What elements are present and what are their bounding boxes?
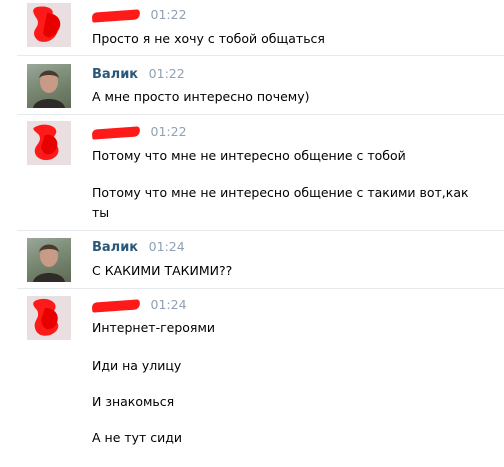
message-divider: [17, 114, 504, 115]
message-text: А мне просто интересно почему): [92, 89, 310, 104]
message-divider: [17, 230, 504, 231]
avatar[interactable]: [27, 296, 71, 340]
avatar[interactable]: [27, 3, 71, 47]
redacted-author-name: [91, 298, 141, 313]
message-text: Потому что мне не интересно общение с та…: [92, 185, 469, 220]
avatar[interactable]: [27, 121, 71, 165]
message-text: Просто я не хочу с тобой общаться: [92, 31, 325, 46]
message-text: Иди на улицу: [92, 358, 182, 373]
redacted-avatar-icon: [33, 298, 59, 336]
message-text: И знакомься: [92, 394, 175, 409]
redacted-avatar-icon: [33, 124, 59, 161]
message-time[interactable]: 01:24: [149, 239, 185, 254]
message-time[interactable]: 01:24: [151, 297, 187, 312]
message-time[interactable]: 01:22: [151, 124, 187, 139]
message-time[interactable]: 01:22: [149, 66, 185, 81]
message-text: Потому что мне не интересно общение с то…: [92, 148, 406, 163]
user-photo-icon: [33, 244, 65, 282]
message-divider: [17, 55, 504, 56]
message-time[interactable]: 01:22: [151, 7, 187, 22]
avatar[interactable]: [27, 64, 71, 108]
message-divider: [17, 288, 504, 289]
avatar[interactable]: [27, 238, 71, 282]
message-header: Валик 01:22: [92, 66, 185, 82]
author-name[interactable]: Валик: [92, 240, 138, 255]
message-text: А не тут сиди: [92, 430, 183, 445]
user-photo-icon: [33, 70, 65, 108]
author-name[interactable]: Валик: [92, 67, 138, 82]
message-header: Валик 01:24: [92, 239, 185, 255]
message-text: С КАКИМИ ТАКИМИ??: [92, 263, 233, 278]
redacted-author-name: [91, 125, 141, 140]
redacted-author-name: [91, 8, 141, 23]
message-header: 01:24: [91, 297, 187, 313]
redacted-avatar-icon: [33, 6, 61, 42]
message-header: 01:22: [91, 7, 187, 23]
message-header: 01:22: [91, 124, 187, 140]
message-text: Интернет-героями: [92, 320, 215, 335]
